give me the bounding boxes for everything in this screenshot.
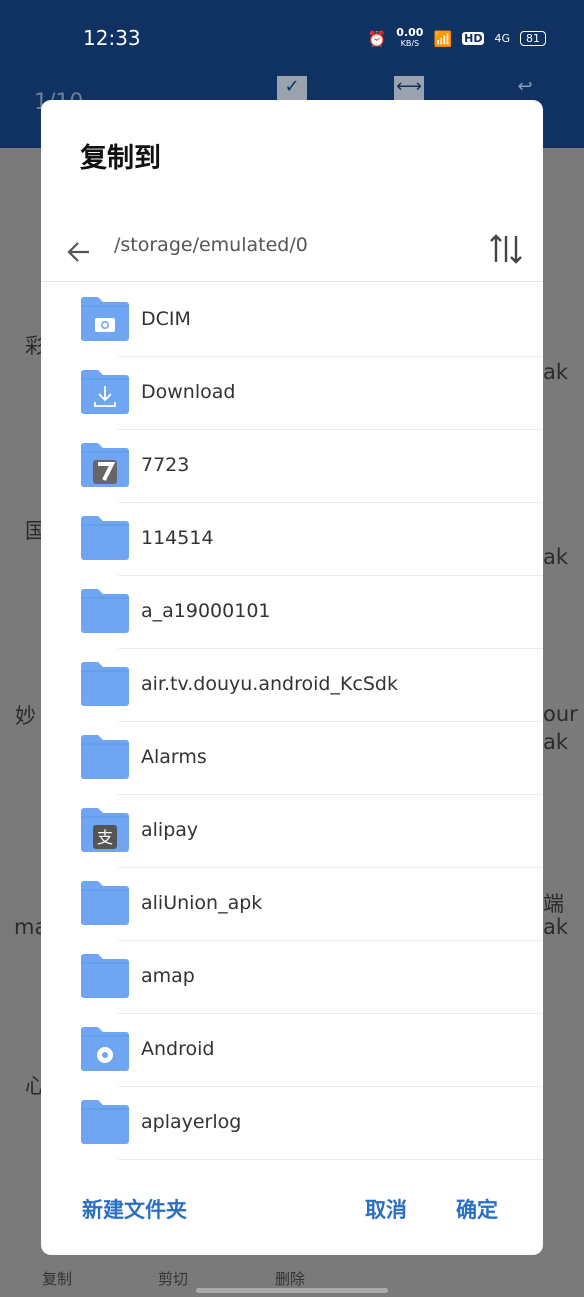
folder-icon: 支 [81,808,129,852]
folder-icon [81,516,129,560]
folder-icon [81,297,129,341]
battery-icon: 81 [520,31,546,46]
status-bar: 12:33 ⏰ 0.00 KB/S 📶 HD 4G 81 [0,26,584,54]
folder-row[interactable]: a_a19000101 [41,576,543,649]
swap-icon[interactable]: ⟷ [394,76,424,102]
alarm-icon: ⏰ [367,29,387,48]
bg-item-label: 端 [543,892,564,916]
bottom-delete: 删除 [275,1270,306,1288]
wifi-icon: 📶 [433,29,453,48]
folder-name: 114514 [141,527,214,549]
folder-name: alipay [141,819,199,841]
folder-icon [81,735,129,779]
folder-row[interactable]: DCIM [41,284,543,357]
bg-item-label: ak [543,730,569,754]
folder-name: aliUnion_apk [141,892,263,914]
folder-row[interactable]: amap [41,941,543,1014]
hd-icon: HD [462,32,485,45]
folder-row[interactable]: aplayerlog [41,1087,543,1160]
folder-row[interactable]: air.tv.douyu.android_KcSdk [41,649,543,722]
folder-name: amap [141,965,195,987]
folder-name: Alarms [141,746,207,768]
folder-icon [81,881,129,925]
status-time: 12:33 [83,26,141,50]
path-bar: /storage/emulated/0 [41,226,543,282]
folder-row[interactable]: Download [41,357,543,430]
net-speed: 0.00 KB/S [396,26,424,48]
folder-row[interactable]: Alarms [41,722,543,795]
signal-icon: 4G [494,32,510,45]
svg-text:支: 支 [97,828,113,847]
folder-name: air.tv.douyu.android_KcSdk [141,673,398,695]
folder-row[interactable]: 支 alipay [41,795,543,868]
folder-icon [81,954,129,998]
sort-icon[interactable] [489,232,523,266]
folder-name: 7723 [141,454,190,476]
folder-icon [81,443,129,487]
folder-row[interactable]: 114514 [41,503,543,576]
folder-icon [81,1100,129,1144]
folder-name: a_a19000101 [141,600,271,622]
bg-item-label: ak [543,545,569,569]
folder-icon [81,662,129,706]
folder-list[interactable]: DCIM Download 7723 114514 a_a19000101 air.tv.… [41,284,543,1160]
back-arrow-icon[interactable] [65,238,93,266]
current-path: /storage/emulated/0 [114,234,308,256]
dialog-title: 复制到 [80,143,161,174]
bg-item-label: ak [543,360,569,384]
folder-icon [81,589,129,633]
folder-name: Download [141,381,236,403]
folder-icon [81,1027,129,1071]
bottom-cut: 剪切 [158,1270,189,1288]
cancel-button[interactable]: 取消 [365,1194,407,1224]
bg-item-label: 妙 [15,704,36,728]
new-folder-button[interactable]: 新建文件夹 [82,1194,187,1224]
folder-name: Android [141,1038,215,1060]
select-all-icon[interactable]: ✓ [277,76,307,102]
bottom-copy: 复制 [42,1270,73,1288]
folder-row[interactable]: aliUnion_apk [41,868,543,941]
folder-row[interactable]: Android [41,1014,543,1087]
bg-item-label: our [543,702,578,726]
folder-name: aplayerlog [141,1111,242,1133]
bg-item-label: ak [543,915,569,939]
confirm-button[interactable]: 确定 [456,1194,498,1224]
return-icon[interactable]: ↩ [510,76,540,102]
folder-row[interactable]: 7723 [41,430,543,503]
gesture-handle [196,1288,388,1293]
folder-name: DCIM [141,308,191,330]
copy-to-dialog: 复制到 /storage/emulated/0 DCIM Download 7723… [41,100,543,1255]
folder-icon [81,370,129,414]
